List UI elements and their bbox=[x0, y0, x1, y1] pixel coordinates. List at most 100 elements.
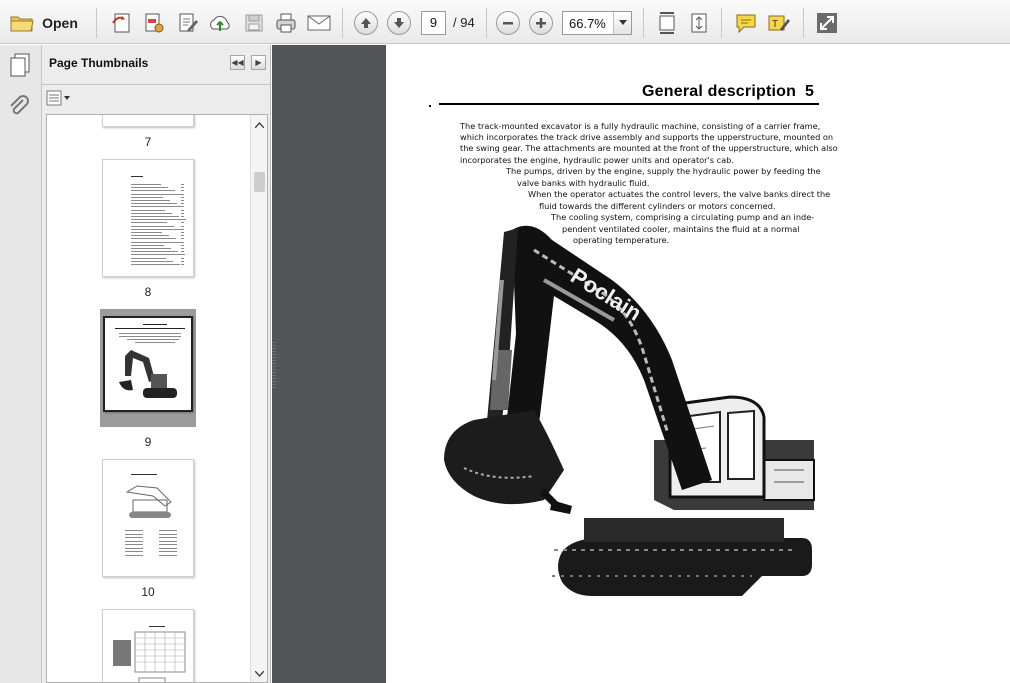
print-button[interactable] bbox=[273, 10, 299, 36]
body-text-line: the swing gear. The attachments are moun… bbox=[460, 143, 838, 153]
save-disk-icon bbox=[245, 14, 263, 32]
diagram-thumbnail-icon bbox=[125, 485, 172, 518]
zoom-value: 66.7% bbox=[569, 16, 606, 31]
thumbnail-text-line bbox=[131, 200, 170, 201]
edit-document-icon bbox=[179, 13, 198, 32]
collapse-panel-button[interactable]: ◀◀ bbox=[230, 55, 245, 70]
page-thumbnails-tab[interactable] bbox=[8, 52, 32, 83]
thumbnail-text-line bbox=[159, 547, 177, 549]
email-button[interactable] bbox=[306, 10, 332, 36]
thumbnail-text-line bbox=[131, 225, 174, 227]
thumbnail-label: 7 bbox=[144, 135, 152, 149]
thumbnail-text-line bbox=[181, 244, 184, 246]
thumbnail-text-line bbox=[181, 254, 184, 256]
heading-rule-mark bbox=[429, 105, 431, 107]
thumbnail-text-line bbox=[181, 235, 184, 237]
body-text-line: fluid towards the different cylinders or… bbox=[539, 201, 776, 211]
highlight-button[interactable]: T bbox=[766, 10, 792, 36]
folder-icon bbox=[10, 16, 34, 32]
arrow-up-icon bbox=[361, 18, 371, 28]
thumbnail-text-line bbox=[125, 547, 143, 549]
thumbnail-text-line bbox=[181, 216, 184, 217]
thumbnail-text-line bbox=[125, 544, 143, 545]
previous-page-button[interactable] bbox=[354, 10, 378, 36]
thumbnail-text-line bbox=[131, 206, 184, 208]
fit-height-button[interactable] bbox=[686, 10, 712, 36]
open-button[interactable]: Open bbox=[6, 10, 82, 36]
scroll-down-icon[interactable] bbox=[251, 666, 267, 682]
thumbnail-page-9[interactable] bbox=[103, 316, 193, 412]
thumbnail-page-11[interactable] bbox=[102, 609, 194, 682]
thumbnail-page-8[interactable] bbox=[102, 159, 194, 277]
thumbnail-text-line bbox=[131, 196, 163, 198]
heading-rule bbox=[439, 103, 819, 105]
zoom-out-button[interactable] bbox=[496, 10, 520, 36]
thumbnail-text-line bbox=[181, 193, 184, 195]
export-pdf-button[interactable] bbox=[141, 10, 167, 36]
thumbnail-text-line bbox=[125, 530, 143, 531]
thumbnail-text-line bbox=[181, 232, 184, 233]
panel-forward-button[interactable]: ▶ bbox=[251, 55, 266, 70]
thumbnail-text-line bbox=[131, 187, 168, 189]
thumbnails-list: 7 8 9 10 bbox=[46, 114, 268, 683]
thumbnail-text-line bbox=[181, 225, 184, 227]
body-text-line: The track-mounted excavator is a fully h… bbox=[460, 121, 821, 131]
options-menu-icon bbox=[46, 90, 70, 106]
navigation-rail bbox=[0, 45, 42, 683]
thumbnail-text-line bbox=[181, 196, 184, 198]
comment-button[interactable] bbox=[733, 10, 759, 36]
pages-icon bbox=[10, 53, 30, 77]
thumbnail-page-10[interactable] bbox=[102, 459, 194, 577]
thumbnail-text-line bbox=[125, 554, 143, 556]
body-text-line: The pumps, driven by the engine, supply … bbox=[506, 166, 821, 176]
paperclip-icon bbox=[10, 95, 29, 115]
thumbnail-text-line bbox=[131, 184, 161, 185]
zoom-in-button[interactable] bbox=[529, 10, 553, 36]
page-total: / 94 bbox=[453, 15, 475, 30]
body-text-line: incorporates the engine, hydraulic power… bbox=[460, 155, 734, 165]
thumbnail-text-line bbox=[131, 264, 180, 265]
next-page-button[interactable] bbox=[387, 10, 411, 36]
thumbnail-text-line bbox=[125, 537, 143, 538]
thumbnail-text-line bbox=[131, 251, 178, 253]
double-left-icon: ◀◀ bbox=[231, 58, 244, 67]
thumbnail-page-7[interactable] bbox=[102, 115, 194, 127]
thumbnail-text-line bbox=[131, 260, 173, 262]
create-pdf-icon bbox=[112, 13, 130, 33]
zoom-select[interactable]: 66.7% bbox=[562, 11, 632, 35]
create-pdf-button[interactable] bbox=[109, 10, 135, 36]
excavator-illustration: Poclain bbox=[444, 225, 815, 596]
thumbnail-options-button[interactable] bbox=[46, 90, 72, 106]
chevron-down-icon[interactable] bbox=[613, 12, 631, 34]
scrollbar-thumb[interactable] bbox=[254, 172, 265, 192]
fit-page-icon bbox=[691, 13, 707, 33]
thumbnail-text-line bbox=[159, 551, 177, 552]
thumbnail-text-line bbox=[181, 203, 184, 205]
scroll-up-icon[interactable] bbox=[251, 117, 267, 133]
fullscreen-button[interactable] bbox=[814, 10, 840, 36]
thumbnail-text-line bbox=[131, 235, 169, 237]
thumbnail-text-line bbox=[125, 551, 143, 552]
upload-button[interactable] bbox=[207, 10, 233, 36]
thumbnail-text-line bbox=[181, 206, 184, 208]
thumbnail-text-line bbox=[181, 264, 184, 265]
attachments-tab[interactable] bbox=[8, 95, 30, 124]
thumbnails-scrollbar[interactable] bbox=[250, 115, 267, 682]
thumbnail-text-line bbox=[181, 187, 184, 189]
thumbnail-text-line bbox=[131, 254, 185, 256]
envelope-icon bbox=[307, 15, 331, 31]
panel-splitter-handle[interactable] bbox=[272, 340, 276, 390]
minus-icon bbox=[503, 22, 513, 25]
page-number-input[interactable]: 9 bbox=[421, 11, 446, 35]
thumbnail-label: 8 bbox=[144, 285, 152, 299]
thumbnail-text-line bbox=[131, 228, 181, 230]
thumbnail-text-line bbox=[181, 200, 184, 201]
open-label: Open bbox=[42, 15, 78, 31]
save-button[interactable] bbox=[241, 10, 267, 36]
fit-page-button[interactable] bbox=[654, 10, 680, 36]
thumbnail-label: 10 bbox=[141, 585, 155, 599]
edit-pdf-button[interactable] bbox=[175, 10, 201, 36]
thumbnail-label: 9 bbox=[144, 435, 152, 449]
fit-width-icon bbox=[659, 12, 675, 34]
panel-title: Page Thumbnails bbox=[49, 56, 149, 70]
